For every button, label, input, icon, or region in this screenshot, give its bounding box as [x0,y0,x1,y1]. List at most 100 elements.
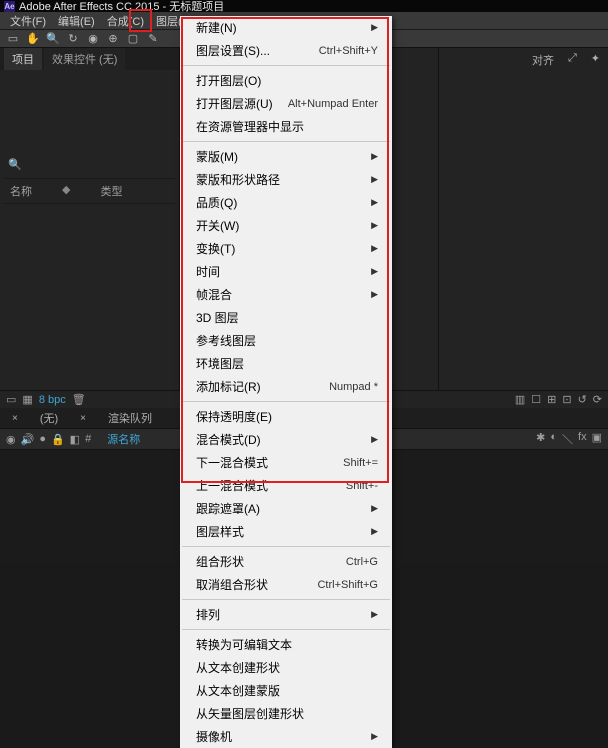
menu-item[interactable]: 在资源管理器中显示 [180,115,392,138]
menu-item[interactable]: 帧混合▶ [180,283,392,306]
submenu-arrow-icon: ▶ [371,266,378,277]
menu-item[interactable]: 打开图层源(U) Alt+Numpad Enter [180,92,392,115]
label-icon[interactable]: ◧ [70,433,80,446]
menu-file[interactable]: 文件(F) [4,11,52,31]
project-search[interactable]: 🔍 [4,154,175,174]
menu-item-shortcut: Alt+Numpad Enter [288,98,378,110]
menu-item-label: 从矢量图层创建形状 [196,705,304,722]
menu-item[interactable]: 图层样式▶ [180,520,392,543]
menu-item-label: 图层设置(S)... [196,42,270,59]
switch-icon[interactable]: ✱ [536,431,545,447]
lock-icon[interactable]: 🔒 [51,433,65,446]
menu-item[interactable]: 变换(T) ▶ [180,237,392,260]
col-type[interactable]: 类型 [100,183,122,199]
menu-item-label: 开关(W) [196,217,239,234]
menu-item[interactable]: 蒙版(M)▶ [180,145,392,168]
menu-item[interactable]: 品质(Q)▶ [180,191,392,214]
menu-item[interactable]: 开关(W)▶ [180,214,392,237]
menu-item[interactable]: 组合形状Ctrl+G [180,550,392,573]
comp-status-icon[interactable]: ⊞ [547,393,556,406]
menu-separator [182,599,390,600]
menu-item-label: 参考线图层 [196,332,256,349]
submenu-arrow-icon: ▶ [371,243,378,254]
switch-icon[interactable]: ＼ [562,431,573,447]
menu-item[interactable]: 蒙版和形状路径▶ [180,168,392,191]
menu-item[interactable]: 上一混合模式Shift+- [180,474,392,497]
timeline-tab-close-icon[interactable]: × [6,411,24,426]
switch-icon[interactable]: fx [578,431,587,447]
menu-item-label: 图层样式 [196,523,244,540]
menu-item-shortcut: Ctrl+Shift+Y [319,45,378,57]
menu-item-label: 变换(T) [196,240,235,257]
submenu-arrow-icon: ▶ [371,151,378,162]
shape-tool-icon[interactable]: ▢ [126,32,140,46]
timeline-tab-render-queue[interactable]: 渲染队列 [102,408,158,428]
menu-composition[interactable]: 合成(C) [101,11,150,31]
camera-tool-icon[interactable]: ◉ [86,32,100,46]
menu-item-label: 环境图层 [196,355,244,372]
menu-item[interactable]: 转换为可编辑文本 [180,633,392,656]
tab-project[interactable]: 项目 [4,48,42,70]
zoom-tool-icon[interactable]: 🔍 [46,32,60,46]
tab-effect-controls[interactable]: 效果控件 (无) [44,48,125,70]
pen-tool-icon[interactable]: ✎ [146,32,160,46]
comp-status-icon[interactable]: ⟳ [593,393,602,406]
comp-status-icon[interactable]: ▥ [515,393,525,406]
menu-item-label: 3D 图层 [196,309,239,326]
menu-item[interactable]: 保持透明度(E) [180,405,392,428]
menu-item[interactable]: 环境图层 [180,352,392,375]
menu-item[interactable]: 排列▶ [180,603,392,626]
comp-status-icon[interactable]: ☐ [531,393,541,406]
eye-icon[interactable]: ◉ [6,433,16,446]
number-icon[interactable]: # [85,433,91,445]
menu-item[interactable]: 图层设置(S)... Ctrl+Shift+Y [180,39,392,62]
timeline-tab-close-icon[interactable]: × [74,411,92,426]
align-label[interactable]: 对齐 [532,52,554,68]
audio-icon[interactable]: 🔊 [21,433,35,446]
comp-status-icon[interactable]: ↺ [578,393,587,406]
solo-icon[interactable]: ● [39,433,46,445]
menu-item-label: 混合模式(D) [196,431,261,448]
menu-item-label: 在资源管理器中显示 [196,118,304,135]
menu-item-label: 组合形状 [196,553,244,570]
comp-status-icon[interactable]: ⊡ [562,393,571,406]
workspace-icon[interactable]: ⤢ [568,52,577,68]
menu-item-label: 打开图层源(U) [196,95,273,112]
menu-item[interactable]: 打开图层(O) [180,69,392,92]
menu-item[interactable]: 从文本创建形状 [180,656,392,679]
menu-item[interactable]: 添加标记(R)Numpad * [180,375,392,398]
source-name-column[interactable]: 源名称 [107,431,140,447]
menu-item[interactable]: 混合模式(D)▶ [180,428,392,451]
menu-item[interactable]: 时间▶ [180,260,392,283]
folder-icon[interactable]: ▭ [6,393,16,406]
menu-edit[interactable]: 编辑(E) [52,11,101,31]
rotation-tool-icon[interactable]: ↻ [66,32,80,46]
menu-item[interactable]: 新建(N)▶ [180,16,392,39]
layer-menu-dropdown: 新建(N)▶图层设置(S)...Ctrl+Shift+Y打开图层(O)打开图层源… [180,16,392,748]
bpc-label[interactable]: 8 bpc [39,394,66,406]
menu-item-label: 新建(N) [196,19,237,36]
col-name[interactable]: 名称 [10,183,32,199]
selection-tool-icon[interactable]: ▭ [6,32,20,46]
menu-item[interactable]: 从文本创建蒙版 [180,679,392,702]
menu-item[interactable]: 摄像机▶ [180,725,392,748]
menu-item[interactable]: 参考线图层 [180,329,392,352]
trash-icon[interactable]: 🗑 [72,393,86,406]
submenu-arrow-icon: ▶ [371,289,378,300]
panel-menu-icon[interactable]: ✦ [591,52,600,68]
timeline-tab-none[interactable]: (无) [34,408,64,428]
menu-item[interactable]: 从矢量图层创建形状 [180,702,392,725]
menu-item[interactable]: 3D 图层 [180,306,392,329]
pan-behind-tool-icon[interactable]: ⊕ [106,32,120,46]
switch-icon[interactable]: ▣ [592,431,602,447]
submenu-arrow-icon: ▶ [371,197,378,208]
switch-icon[interactable]: ◐ [550,431,557,447]
menu-item-label: 转换为可编辑文本 [196,636,292,653]
menu-item[interactable]: 下一混合模式Shift+= [180,451,392,474]
menu-item-label: 上一混合模式 [196,477,268,494]
menu-item[interactable]: 跟踪遮罩(A)▶ [180,497,392,520]
menu-item[interactable]: 取消组合形状Ctrl+Shift+G [180,573,392,596]
bin-icon[interactable]: ▦ [22,393,32,406]
hand-tool-icon[interactable]: ✋ [26,32,40,46]
menu-item-label: 摄像机 [196,728,232,745]
